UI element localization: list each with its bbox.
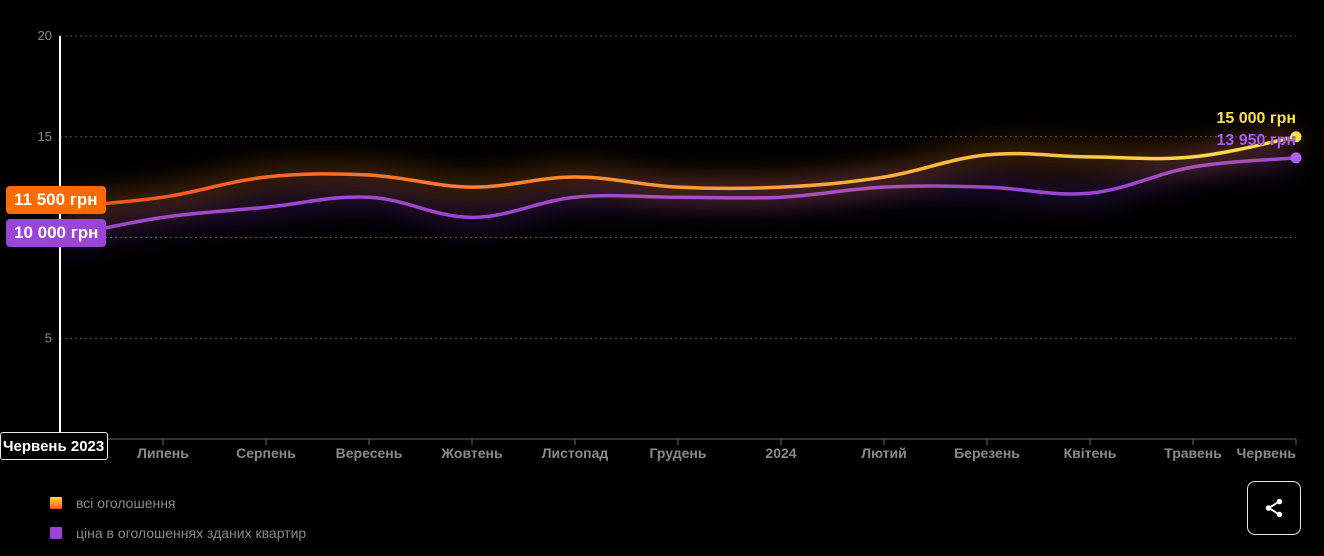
legend-item-all[interactable]: всі оголошення — [50, 488, 306, 518]
legend-label-rented: ціна в оголошеннях зданих квартир — [76, 525, 307, 541]
series-line-rented — [58, 156, 1298, 240]
legend-label-all: всі оголошення — [76, 495, 176, 511]
y-tick-label: 15 — [38, 129, 52, 144]
x-tick-label: Вересень — [336, 445, 403, 461]
start-value-badge-all: 11 500 грн — [6, 186, 106, 214]
share-button[interactable] — [1247, 481, 1301, 535]
y-tick-label: 5 — [45, 330, 52, 345]
legend-swatch-rented — [50, 527, 62, 539]
x-tick-label: 2024 — [765, 445, 796, 461]
hover-date-tooltip: Червень 2023 — [0, 432, 109, 460]
series-end-point — [1290, 152, 1302, 164]
legend-item-rented[interactable]: ціна в оголошеннях зданих квартир — [50, 518, 306, 548]
x-tick-label: Березень — [954, 445, 1020, 461]
x-tick-label: Квітень — [1064, 445, 1117, 461]
x-tick-label: Серпень — [236, 445, 296, 461]
x-axis: Липень Серпень Вересень Жовтень Листопад Груд… — [60, 438, 1297, 461]
end-value-label: 13 950 грн — [1217, 132, 1296, 149]
legend: всі оголошення ціна в оголошеннях зданих… — [50, 488, 306, 548]
y-tick-label: 20 — [38, 28, 52, 43]
x-tick-label: Червень — [1237, 445, 1297, 461]
x-tick-label: Грудень — [650, 445, 707, 461]
end-value-label: 15 000 грн — [1217, 110, 1296, 127]
x-tick-label: Жовтень — [440, 445, 503, 461]
x-tick-label: Листопад — [542, 445, 609, 461]
series — [58, 129, 1302, 245]
x-tick-label: Лютий — [861, 445, 907, 461]
share-icon — [1265, 498, 1283, 518]
line-chart: 5101520 ЛипеньСерпеньВересеньЖовтеньЛист… — [38, 28, 1302, 461]
start-value-badge-rented: 10 000 грн — [6, 219, 107, 247]
x-tick-label: Липень — [137, 445, 189, 461]
x-tick-label: Травень — [1164, 445, 1222, 461]
legend-swatch-all — [50, 497, 62, 509]
end-labels: 15 000 грн 13 950 грн — [1216, 109, 1296, 149]
